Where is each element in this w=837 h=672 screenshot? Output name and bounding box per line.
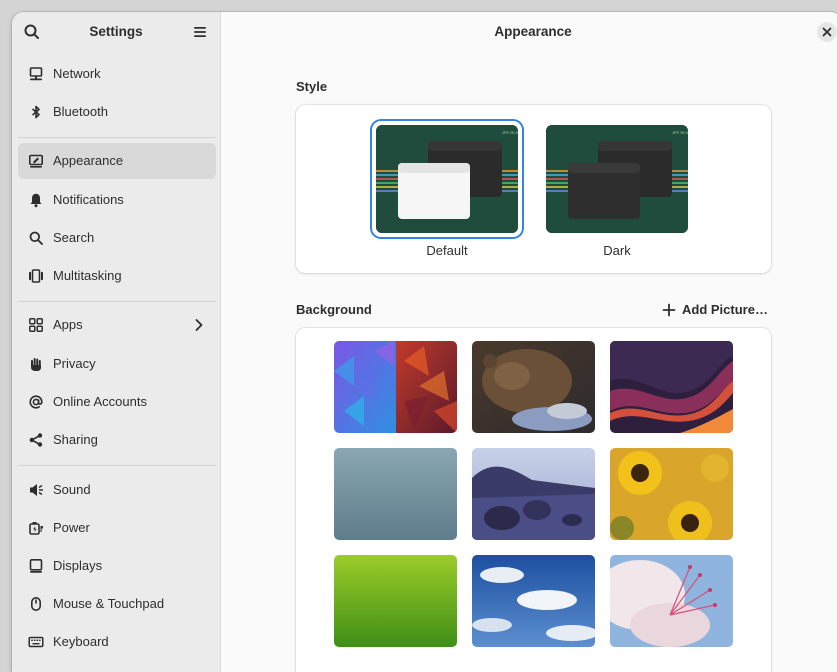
sidebar-item-label: Online Accounts: [53, 394, 147, 409]
sidebar-item-bluetooth[interactable]: Bluetooth: [18, 94, 216, 130]
wallpaper-gray-blue-texture[interactable]: [334, 448, 457, 540]
sidebar-separator: [18, 137, 216, 138]
mouse-icon: [30, 596, 41, 611]
apps-grid-icon: [29, 318, 43, 332]
share-icon: [29, 433, 43, 447]
wallpaper-image: [334, 555, 457, 647]
at-sign-icon: [29, 395, 43, 409]
hamburger-menu-icon: [194, 27, 206, 37]
display-icon: [29, 558, 43, 573]
multitasking-icon: [29, 269, 43, 283]
sidebar-item-label: Bluetooth: [53, 104, 108, 119]
wallpaper-bear[interactable]: [472, 341, 595, 433]
wallpaper-image: [472, 448, 595, 540]
hand-icon: [31, 358, 41, 371]
style-option-label: Default: [426, 243, 468, 258]
wallpaper-image: [334, 341, 457, 433]
dark-preview-graphic: JPF-RLS02: [546, 125, 688, 233]
main-header: Appearance: [221, 12, 837, 52]
style-card: JPF-RLS02 Default: [296, 105, 771, 273]
sidebar-item-mouse-touchpad[interactable]: Mouse & Touchpad: [18, 586, 216, 622]
wallpaper-green-rays[interactable]: [334, 555, 457, 647]
style-option-label: Dark: [603, 243, 631, 258]
wallpaper-beach-rocks[interactable]: [472, 448, 595, 540]
add-picture-button[interactable]: Add Picture…: [662, 301, 774, 319]
style-thumbnail-frame: JPF-RLS02: [372, 121, 522, 237]
wallpaper-pink-blossom[interactable]: [610, 555, 733, 647]
sidebar-item-power[interactable]: Power: [18, 510, 216, 546]
wallpaper-image: [334, 448, 457, 540]
style-thumbnail-frame: JPF-RLS02: [542, 121, 692, 237]
sidebar-item-label: Power: [53, 520, 90, 535]
sidebar-item-search[interactable]: Search: [18, 220, 216, 256]
background-card: [296, 328, 771, 672]
bluetooth-icon: [31, 105, 40, 119]
main-menu-button[interactable]: [188, 20, 212, 44]
appearance-icon: [28, 154, 43, 168]
add-picture-label: Add Picture…: [682, 302, 768, 317]
sidebar-item-displays[interactable]: Displays: [18, 548, 216, 584]
sidebar-item-online-accounts[interactable]: Online Accounts: [18, 384, 216, 420]
style-option-default[interactable]: JPF-RLS02 Default: [372, 121, 522, 261]
bell-icon: [30, 193, 42, 208]
network-icon: [29, 67, 43, 81]
sidebar-item-label: Appearance: [53, 153, 124, 168]
power-icon: [29, 522, 43, 535]
wallpaper-sunflowers[interactable]: [610, 448, 733, 540]
sidebar-item-sound[interactable]: Sound: [18, 472, 216, 508]
default-style-preview: JPF-RLS02: [376, 125, 518, 233]
sidebar-item-label: Displays: [53, 558, 103, 573]
wallpaper-image: [610, 555, 733, 647]
settings-window: Settings Network Bluetooth Appearance No…: [12, 12, 837, 672]
svg-text:JPF-RLS02: JPF-RLS02: [672, 130, 688, 135]
main-content: Appearance Style JPF-RLS Default JPF-RLS…: [221, 12, 837, 672]
sidebar-item-appearance[interactable]: Appearance: [18, 143, 216, 179]
wallpaper-image: [472, 555, 595, 647]
speaker-icon: [30, 484, 43, 496]
search-icon: [29, 231, 43, 245]
sidebar-item-label: Keyboard: [53, 634, 109, 649]
sidebar-item-label: Mouse & Touchpad: [53, 596, 165, 611]
wallpaper-blue-red-geometric[interactable]: [334, 341, 457, 433]
wallpaper-purple-orange-waves[interactable]: [610, 341, 733, 433]
wallpaper-image: [472, 341, 595, 433]
default-preview-graphic: JPF-RLS02: [376, 125, 518, 233]
sidebar-item-label: Sound: [53, 482, 91, 497]
chevron-right-icon: [195, 319, 203, 331]
page-title: Appearance: [494, 24, 572, 39]
sidebar-item-label: Privacy: [53, 356, 96, 371]
sidebar-separator: [18, 465, 216, 466]
sidebar-item-sharing[interactable]: Sharing: [18, 422, 216, 458]
sidebar-item-label: Apps: [53, 317, 83, 332]
sidebar-header: Settings: [12, 12, 220, 52]
close-button[interactable]: [817, 22, 837, 42]
sidebar-item-network[interactable]: Network: [18, 56, 216, 92]
style-option-dark[interactable]: JPF-RLS02 Dark: [542, 121, 692, 261]
sidebar-item-notifications[interactable]: Notifications: [18, 182, 216, 218]
dark-style-preview: JPF-RLS02: [546, 125, 688, 233]
plus-icon: [662, 303, 676, 317]
wallpaper-sky-clouds[interactable]: [472, 555, 595, 647]
sidebar-item-label: Multitasking: [53, 268, 122, 283]
sidebar-item-keyboard[interactable]: Keyboard: [18, 624, 216, 660]
wallpaper-image: [610, 448, 733, 540]
svg-text:JPF-RLS02: JPF-RLS02: [502, 130, 518, 135]
style-section-title: Style: [296, 79, 328, 94]
sidebar-item-label: Sharing: [53, 432, 98, 447]
sidebar-item-label: Notifications: [53, 192, 124, 207]
close-icon: [822, 27, 832, 37]
wallpaper-image: [610, 341, 733, 433]
sidebar: Settings Network Bluetooth Appearance No…: [12, 12, 221, 672]
sidebar-item-multitasking[interactable]: Multitasking: [18, 258, 216, 294]
background-section-title: Background: [296, 302, 372, 317]
sidebar-item-privacy[interactable]: Privacy: [18, 346, 216, 382]
sidebar-item-label: Network: [53, 66, 101, 81]
keyboard-icon: [28, 636, 44, 648]
sidebar-item-label: Search: [53, 230, 95, 245]
sidebar-separator: [18, 301, 216, 302]
sidebar-item-apps[interactable]: Apps: [18, 307, 216, 343]
